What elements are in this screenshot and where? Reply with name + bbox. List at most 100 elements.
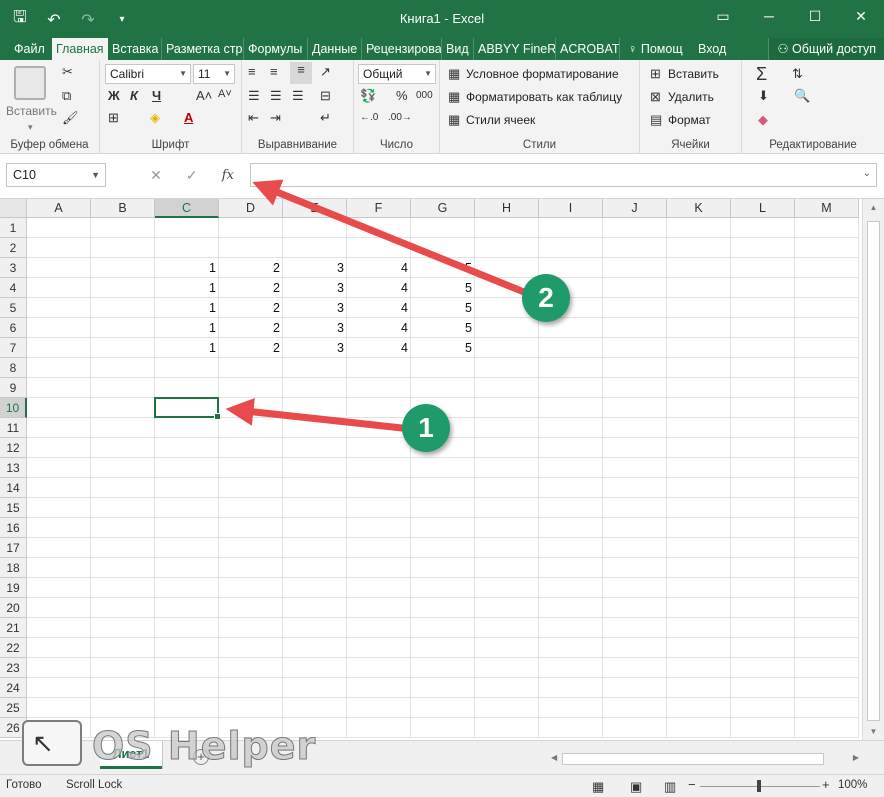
- percent-button[interactable]: %: [396, 88, 408, 103]
- insert-cells-button[interactable]: Вставить: [668, 67, 719, 81]
- share-button[interactable]: ⚇ Общий доступ: [768, 38, 884, 60]
- cell-e3[interactable]: 3: [283, 258, 347, 278]
- row-header-7[interactable]: 7: [0, 338, 27, 358]
- align-bottom-icon[interactable]: ≡: [290, 62, 312, 84]
- tab-abbyy[interactable]: ABBYY FineRe: [474, 38, 556, 60]
- cell-f5[interactable]: 4: [347, 298, 411, 318]
- tab-data[interactable]: Данные: [308, 38, 362, 60]
- column-header-e[interactable]: E: [283, 199, 347, 218]
- tab-acrobat[interactable]: ACROBAT: [556, 38, 620, 60]
- cell-c4[interactable]: 1: [155, 278, 219, 298]
- row-header-2[interactable]: 2: [0, 238, 27, 258]
- bold-button[interactable]: Ж: [108, 88, 120, 103]
- zoom-in-icon[interactable]: +: [822, 777, 830, 792]
- tab-home[interactable]: Главная: [52, 38, 108, 60]
- formula-input[interactable]: ⌄: [250, 163, 877, 187]
- scroll-up-icon[interactable]: ▲: [863, 203, 884, 212]
- tab-page-layout[interactable]: Разметка стр: [162, 38, 244, 60]
- cell-d3[interactable]: 2: [219, 258, 283, 278]
- increase-indent-icon[interactable]: ⇥: [270, 110, 281, 126]
- tab-file[interactable]: Файл: [0, 38, 52, 60]
- row-header-13[interactable]: 13: [0, 458, 27, 478]
- align-right-icon[interactable]: ☰: [292, 88, 304, 104]
- row-header-4[interactable]: 4: [0, 278, 27, 298]
- italic-button[interactable]: К: [130, 88, 138, 103]
- row-header-10[interactable]: 10: [0, 398, 27, 418]
- tab-signin[interactable]: Вход: [694, 38, 740, 60]
- page-break-view-icon[interactable]: ▥: [664, 779, 676, 795]
- scroll-right-icon[interactable]: ▶: [853, 753, 859, 762]
- column-header-b[interactable]: B: [91, 199, 155, 218]
- clear-icon[interactable]: ◆: [758, 112, 768, 128]
- cell-c7[interactable]: 1: [155, 338, 219, 358]
- column-header-a[interactable]: A: [27, 199, 91, 218]
- column-header-m[interactable]: M: [795, 199, 859, 218]
- row-header-17[interactable]: 17: [0, 538, 27, 558]
- row-header-5[interactable]: 5: [0, 298, 27, 318]
- font-size-combo[interactable]: 11 ▼: [193, 64, 235, 84]
- row-header-15[interactable]: 15: [0, 498, 27, 518]
- fill-icon[interactable]: ⬇: [758, 88, 769, 104]
- row-header-16[interactable]: 16: [0, 518, 27, 538]
- worksheet-grid[interactable]: A B C D E F G H I J K L M 1 2 3 4 5 6 7 8 9 10 11 12 13 14 15 16 17 18…: [0, 199, 862, 740]
- row-header-11[interactable]: 11: [0, 418, 27, 438]
- column-header-c[interactable]: C: [155, 199, 219, 218]
- tab-review[interactable]: Рецензирова: [362, 38, 442, 60]
- paste-dropdown-icon[interactable]: ▾: [28, 122, 33, 133]
- orientation-icon[interactable]: ↗: [320, 64, 331, 80]
- grow-font-icon[interactable]: A˄: [196, 88, 212, 103]
- column-header-j[interactable]: J: [603, 199, 667, 218]
- row-header-20[interactable]: 20: [0, 598, 27, 618]
- align-center-icon[interactable]: ☰: [270, 88, 282, 104]
- page-layout-view-icon[interactable]: ▣: [630, 779, 642, 795]
- column-header-g[interactable]: G: [411, 199, 475, 218]
- cell-c3[interactable]: 1: [155, 258, 219, 278]
- number-format-combo[interactable]: Общий ▼: [358, 64, 436, 84]
- vertical-scroll-thumb[interactable]: [867, 221, 880, 721]
- cell-f3[interactable]: 4: [347, 258, 411, 278]
- row-header-6[interactable]: 6: [0, 318, 27, 338]
- cell-e7[interactable]: 3: [283, 338, 347, 358]
- align-left-icon[interactable]: ☰: [248, 88, 260, 104]
- column-header-h[interactable]: H: [475, 199, 539, 218]
- row-header-24[interactable]: 24: [0, 678, 27, 698]
- cell-styles-button[interactable]: Стили ячеек: [466, 113, 535, 127]
- cell-g3[interactable]: 5: [411, 258, 475, 278]
- currency-icon[interactable]: 💱: [360, 88, 376, 104]
- align-top-icon[interactable]: ≡: [248, 64, 256, 79]
- decrease-indent-icon[interactable]: ⇤: [248, 110, 259, 126]
- close-icon[interactable]: ✕: [838, 0, 884, 32]
- tab-formulas[interactable]: Формулы: [244, 38, 308, 60]
- borders-icon[interactable]: ⊞: [108, 110, 119, 126]
- decrease-decimal-icon[interactable]: .00→: [388, 112, 412, 123]
- cell-c5[interactable]: 1: [155, 298, 219, 318]
- row-header-19[interactable]: 19: [0, 578, 27, 598]
- cell-g5[interactable]: 5: [411, 298, 475, 318]
- delete-cells-button[interactable]: Удалить: [668, 90, 714, 104]
- zoom-slider-knob[interactable]: [757, 780, 761, 792]
- cancel-icon[interactable]: ✕: [150, 167, 162, 184]
- row-header-14[interactable]: 14: [0, 478, 27, 498]
- scroll-down-icon[interactable]: ▼: [863, 727, 884, 736]
- name-box[interactable]: C10 ▼: [6, 163, 106, 187]
- row-header-22[interactable]: 22: [0, 638, 27, 658]
- find-select-icon[interactable]: 🔍: [794, 88, 810, 104]
- cell-d7[interactable]: 2: [219, 338, 283, 358]
- cell-g7[interactable]: 5: [411, 338, 475, 358]
- row-header-18[interactable]: 18: [0, 558, 27, 578]
- paste-button[interactable]: Вставить: [6, 104, 57, 118]
- font-color-icon[interactable]: A: [184, 110, 193, 125]
- format-painter-icon[interactable]: 🖌: [62, 110, 79, 126]
- scroll-left-icon[interactable]: ◀: [551, 753, 557, 762]
- format-table-button[interactable]: Форматировать как таблицу: [466, 90, 622, 104]
- align-middle-icon[interactable]: ≡: [270, 64, 278, 79]
- active-cell-c10[interactable]: [154, 397, 221, 420]
- format-cells-button[interactable]: Формат: [668, 113, 711, 127]
- row-header-8[interactable]: 8: [0, 358, 27, 378]
- horizontal-scroll-thumb[interactable]: [562, 753, 824, 765]
- cell-g4[interactable]: 5: [411, 278, 475, 298]
- thousands-button[interactable]: 000: [416, 90, 433, 101]
- horizontal-scrollbar[interactable]: ◀ ▶: [548, 751, 862, 767]
- cell-d5[interactable]: 2: [219, 298, 283, 318]
- minimize-icon[interactable]: ─: [746, 0, 792, 32]
